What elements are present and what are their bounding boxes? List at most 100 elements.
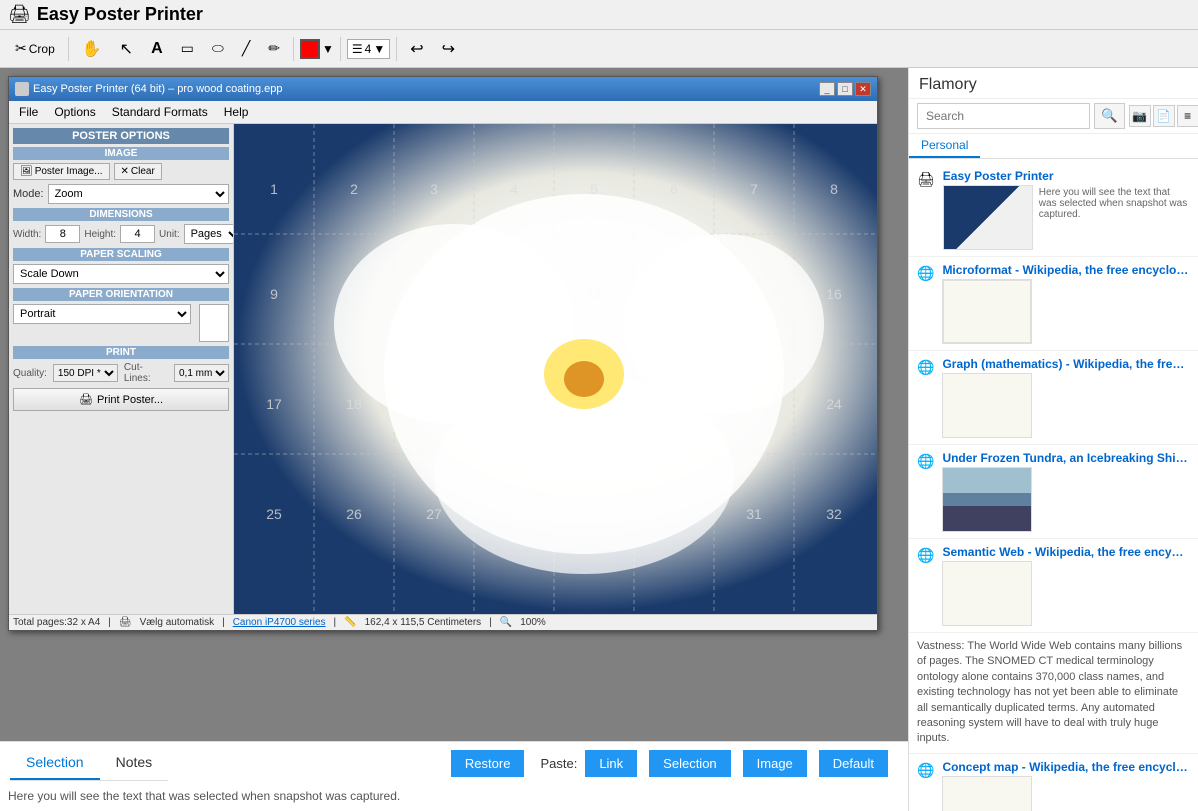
color-picker-button[interactable]: ▼ [300, 39, 334, 59]
epp-status-bar: Total pages:32 x A4 | 🖨 Vælg automatisk … [9, 614, 877, 630]
menu-file[interactable]: File [11, 103, 46, 121]
redo-button[interactable]: ↪ [435, 36, 462, 62]
mode-row: Mode: Zoom [13, 184, 229, 204]
item-thumbnail [942, 279, 1032, 344]
app-title: Easy Poster Printer [37, 4, 203, 25]
item-text-block: Vastness: The World Wide Web contains ma… [917, 639, 1190, 747]
item-description: Here you will see the text that was sele… [1039, 187, 1190, 250]
hand-tool-button[interactable]: ✋ [75, 36, 109, 62]
restore-button[interactable]: Restore [451, 750, 525, 777]
quality-select[interactable]: 150 DPI * [53, 364, 118, 382]
orientation-select[interactable]: Portrait [13, 304, 191, 324]
print-title: PRINT [13, 346, 229, 359]
rectangle-tool-button[interactable]: ▭ [174, 37, 201, 60]
item-main: Here you will see the text that was sele… [943, 185, 1190, 250]
list-item[interactable]: 🌐 Microformat - Wikipedia, the free ency… [909, 257, 1198, 351]
search-input[interactable] [917, 103, 1090, 129]
left-area: Easy Poster Printer (64 bit) – pro wood … [0, 68, 908, 811]
width-input[interactable] [45, 225, 80, 243]
epp-titlebar: Easy Poster Printer (64 bit) – pro wood … [9, 77, 877, 101]
item-icon: 🌐 [917, 359, 934, 438]
flamory-title: Flamory [909, 68, 1198, 99]
undo-button[interactable]: ↩ [403, 36, 430, 62]
list-item[interactable]: 🌐 Concept map - Wikipedia, the free ency… [909, 754, 1198, 811]
camera-icon-button[interactable]: 📷 [1129, 105, 1151, 127]
settings-icon-button[interactable]: ≡ [1177, 105, 1198, 127]
paste-label: Paste: [540, 756, 577, 771]
text-tool-button[interactable]: A [144, 37, 170, 61]
item-title: Microformat - Wikipedia, the free encycl… [942, 263, 1190, 277]
item-main [942, 561, 1190, 626]
dropdown-arrow: ▼ [373, 42, 385, 56]
menu-standard-formats[interactable]: Standard Formats [104, 103, 216, 121]
orientation-row: Portrait [13, 304, 229, 342]
poster-image-button[interactable]: 🖼 Poster Image... [13, 163, 110, 180]
svg-text:31: 31 [746, 506, 762, 522]
item-icon: 🌐 [917, 762, 934, 811]
flamory-sidebar: Flamory 🔍 📷 📄 ≡ Personal 🖨 Easy Poster P… [908, 68, 1198, 811]
tab-personal[interactable]: Personal [909, 134, 980, 158]
item-thumbnail [942, 373, 1032, 438]
list-item[interactable]: Vastness: The World Wide Web contains ma… [909, 633, 1198, 754]
hand-icon: ✋ [82, 39, 102, 59]
list-item[interactable]: 🌐 Semantic Web - Wikipedia, the free enc… [909, 539, 1198, 633]
item-content: Under Frozen Tundra, an Icebreaking Ship… [942, 451, 1190, 532]
status-zoom: 100% [520, 617, 546, 628]
search-icon: 🔍 [1101, 108, 1118, 124]
tab-selection[interactable]: Selection [10, 746, 100, 780]
menu-options[interactable]: Options [46, 103, 103, 121]
poster-options-title: POSTER OPTIONS [13, 128, 229, 144]
menu-help[interactable]: Help [216, 103, 257, 121]
lines-dropdown[interactable]: ☰ 4 ▼ [347, 39, 390, 59]
print-poster-button[interactable]: 🖨 Print Poster... [13, 388, 229, 411]
separator-4 [396, 37, 397, 61]
flamory-search-bar: 🔍 📷 📄 ≡ [909, 99, 1198, 134]
tab-notes[interactable]: Notes [100, 746, 169, 780]
height-label: Height: [84, 229, 116, 240]
unit-select[interactable]: Pages [184, 224, 234, 244]
svg-text:17: 17 [266, 396, 282, 412]
svg-text:9: 9 [270, 286, 278, 302]
svg-text:25: 25 [266, 506, 282, 522]
svg-text:2: 2 [350, 181, 358, 197]
maximize-button[interactable]: □ [837, 82, 853, 96]
epp-window-controls: _ □ ✕ [819, 82, 871, 96]
paste-selection-button[interactable]: Selection [649, 750, 730, 777]
status-pages: Total pages:32 x A4 [13, 617, 100, 628]
orchid-background: 1 2 3 4 5 6 7 8 9 10 11 [234, 124, 877, 614]
close-button[interactable]: ✕ [855, 82, 871, 96]
bottom-tabs: Selection Notes [10, 746, 168, 781]
text-icon: A [151, 40, 163, 58]
search-button[interactable]: 🔍 [1094, 103, 1125, 129]
arrow-tool-button[interactable]: ↖ [113, 36, 140, 62]
paste-link-button[interactable]: Link [585, 750, 637, 777]
paste-image-button[interactable]: Image [743, 750, 807, 777]
item-title: Concept map - Wikipedia, the free encycl… [942, 760, 1190, 774]
bottom-bar: Selection Notes Restore Paste: Link Sele… [0, 741, 908, 811]
epp-titlebar-left: Easy Poster Printer (64 bit) – pro wood … [15, 82, 282, 96]
list-item[interactable]: 🖨 Easy Poster Printer Here you will see … [909, 163, 1198, 257]
mode-select[interactable]: Zoom [48, 184, 229, 204]
minimize-button[interactable]: _ [819, 82, 835, 96]
svg-text:24: 24 [826, 396, 842, 412]
list-item[interactable]: 🌐 Under Frozen Tundra, an Icebreaking Sh… [909, 445, 1198, 539]
status-size-icon: 📏 [344, 617, 356, 628]
export-icon-button[interactable]: 📄 [1153, 105, 1175, 127]
line-tool-button[interactable]: ╱ [235, 37, 257, 60]
list-item[interactable]: 🌐 Graph (mathematics) - Wikipedia, the f… [909, 351, 1198, 445]
clear-icon: ✕ [121, 166, 129, 177]
freehand-tool-button[interactable]: ✏ [261, 37, 287, 60]
height-input[interactable] [120, 225, 155, 243]
orientation-preview [199, 304, 229, 342]
paste-default-button[interactable]: Default [819, 750, 888, 777]
status-zoom-icon: 🔍 [500, 617, 512, 628]
clear-button[interactable]: ✕ Clear [114, 163, 162, 180]
status-printer-link[interactable]: Canon iP4700 series [233, 617, 326, 628]
ellipse-tool-button[interactable]: ⬭ [205, 37, 231, 60]
status-auto: 🖨 [119, 617, 132, 628]
cutlines-select[interactable]: 0,1 mm [174, 364, 229, 382]
mode-label: Mode: [13, 188, 44, 200]
svg-text:4: 4 [510, 181, 518, 197]
crop-button[interactable]: ✂ Crop [8, 37, 62, 60]
scaling-select[interactable]: Scale Down [13, 264, 229, 284]
